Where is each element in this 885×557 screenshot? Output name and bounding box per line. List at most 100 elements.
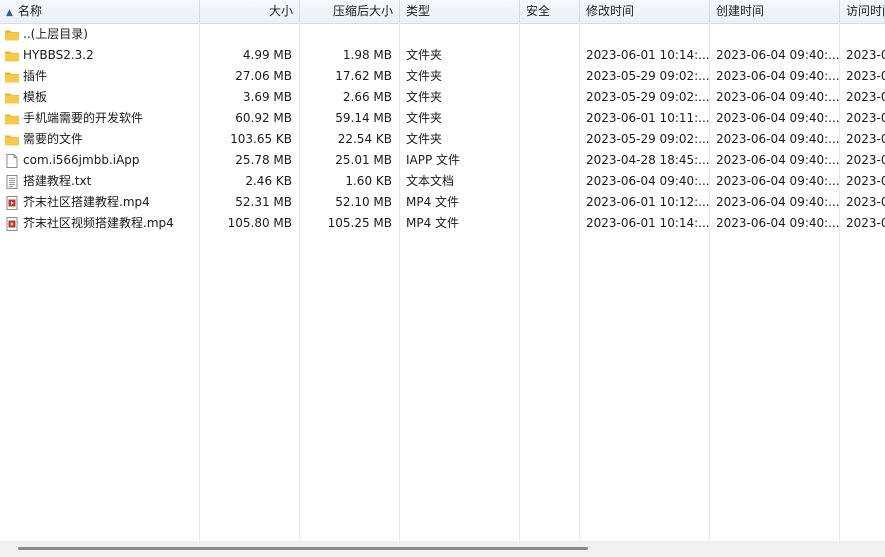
cell-type [400, 24, 520, 45]
cell-size: 105.80 MB [227, 216, 292, 230]
cell-packed [300, 24, 400, 45]
cell-accessed: 2023-0 [846, 195, 885, 209]
table-row[interactable]: 手机端需要的开发软件 60.92 MB 59.14 MB 文件夹 2023-06-01 … [0, 108, 885, 129]
column-header-accessed-label: 访问时间 [846, 4, 884, 18]
cell-modified: 2023-06-04 09:40:... [586, 174, 710, 188]
cell-accessed: 2023-0 [846, 90, 885, 104]
table-row[interactable]: 芥末社区视频搭建教程.mp4 105.80 MB 105.25 MB MP4 文件 20… [0, 213, 885, 234]
cell-modified: 2023-05-29 09:02:... [586, 90, 710, 104]
column-header-bar: ▲ 名称 大小 压缩后大小 类型 安全 修改时间 创建时间 访问时间 [0, 0, 885, 24]
cell-name: 插件 [0, 66, 200, 87]
cell-packed: 59.14 MB [335, 111, 392, 125]
file-name: 芥末社区搭建教程.mp4 [23, 195, 150, 209]
column-header-size-label: 大小 [268, 4, 293, 18]
cell-type: 文件夹 [406, 132, 443, 146]
cell-type: 文件夹 [406, 111, 443, 125]
folder-icon [4, 48, 20, 64]
cell-size: 60.92 MB [235, 111, 292, 125]
table-row[interactable]: 芥末社区搭建教程.mp4 52.31 MB 52.10 MB MP4 文件 2023-0… [0, 192, 885, 213]
folder-icon [4, 69, 20, 85]
cell-accessed: 2023-0 [846, 216, 885, 230]
file-name: 插件 [23, 69, 48, 83]
column-header-modified-label: 修改时间 [586, 4, 635, 18]
cell-name: 手机端需要的开发软件 [0, 108, 200, 129]
cell-name: 芥末社区视频搭建教程.mp4 [0, 213, 200, 234]
column-header-packed[interactable]: 压缩后大小 [300, 0, 400, 23]
cell-type: 文件夹 [406, 48, 443, 62]
cell-size [200, 24, 300, 45]
cell-accessed: 2023-0 [846, 132, 885, 146]
cell-name: ..(上层目录) [0, 24, 200, 45]
cell-size: 4.99 MB [242, 48, 292, 62]
table-row[interactable]: 插件 27.06 MB 17.62 MB 文件夹 2023-05-29 09:02:..… [0, 66, 885, 87]
table-row[interactable]: 模板 3.69 MB 2.66 MB 文件夹 2023-05-29 09:02:... 2… [0, 87, 885, 108]
cell-packed: 2.66 MB [342, 90, 392, 104]
column-header-accessed[interactable]: 访问时间 [840, 0, 885, 23]
cell-modified: 2023-06-01 10:12:... [586, 195, 710, 209]
cell-created: 2023-06-04 09:40:... [716, 216, 840, 230]
cell-accessed: 2023-0 [846, 48, 885, 62]
cell-size: 3.69 MB [242, 90, 292, 104]
cell-created: 2023-06-04 09:40:... [716, 48, 840, 62]
cell-name: 模板 [0, 87, 200, 108]
cell-accessed: 2023-0 [846, 174, 885, 188]
cell-type: 文件夹 [406, 69, 443, 83]
cell-type: MP4 文件 [406, 195, 460, 209]
folder-icon [4, 111, 20, 127]
file-name: HYBBS2.3.2 [23, 48, 94, 62]
cell-packed: 1.60 KB [345, 174, 392, 188]
column-header-name[interactable]: ▲ 名称 [0, 0, 200, 23]
column-header-modified[interactable]: 修改时间 [580, 0, 710, 23]
table-row[interactable]: HYBBS2.3.2 4.99 MB 1.98 MB 文件夹 2023-06-01 10… [0, 45, 885, 66]
cell-packed: 105.25 MB [327, 216, 392, 230]
cell-modified: 2023-04-28 18:45:... [586, 153, 710, 167]
cell-modified: 2023-06-01 10:11:... [586, 111, 710, 125]
sort-up-arrow-icon: ▲ [6, 8, 13, 18]
file-name: 搭建教程.txt [23, 174, 92, 188]
table-row[interactable]: 搭建教程.txt 2.46 KB 1.60 KB 文本文档 2023-06-04 09:… [0, 171, 885, 192]
cell-modified [580, 24, 710, 45]
file-name: 需要的文件 [23, 132, 84, 146]
cell-accessed: 2023-0 [846, 69, 885, 83]
cell-created [710, 24, 840, 45]
cell-created: 2023-06-04 09:40:... [716, 195, 840, 209]
cell-type: 文本文档 [406, 174, 455, 188]
cell-size: 25.78 MB [235, 153, 292, 167]
column-header-security[interactable]: 安全 [520, 0, 580, 23]
table-row[interactable]: com.i566jmbb.iApp 25.78 MB 25.01 MB IAPP 文件… [0, 150, 885, 171]
horizontal-scrollbar-thumb[interactable] [18, 547, 588, 550]
cell-modified: 2023-06-01 10:14:... [586, 48, 710, 62]
cell-name: HYBBS2.3.2 [0, 45, 200, 66]
cell-created: 2023-06-04 09:40:... [716, 174, 840, 188]
column-header-created[interactable]: 创建时间 [710, 0, 840, 23]
cell-modified: 2023-05-29 09:02:... [586, 69, 710, 83]
cell-size: 2.46 KB [245, 174, 292, 188]
column-header-size[interactable]: 大小 [200, 0, 300, 23]
folder-icon [4, 90, 20, 106]
file-name: com.i566jmbb.iApp [23, 153, 140, 167]
cell-name: 需要的文件 [0, 129, 200, 150]
table-row[interactable]: ..(上层目录) [0, 24, 885, 45]
table-row[interactable]: 需要的文件 103.65 KB 22.54 KB 文件夹 2023-05-29 09:0… [0, 129, 885, 150]
cell-packed: 1.98 MB [342, 48, 392, 62]
cell-created: 2023-06-04 09:40:... [716, 90, 840, 104]
cell-modified: 2023-06-01 10:14:... [586, 216, 710, 230]
column-header-type[interactable]: 类型 [400, 0, 520, 23]
cell-type: MP4 文件 [406, 216, 460, 230]
cell-created: 2023-06-04 09:40:... [716, 153, 840, 167]
cell-modified: 2023-05-29 09:02:... [586, 132, 710, 146]
file-name: 芥末社区视频搭建教程.mp4 [23, 216, 174, 230]
folder-icon [4, 27, 20, 43]
blank-file-icon [4, 153, 20, 169]
column-header-created-label: 创建时间 [716, 4, 765, 18]
column-header-name-label: 名称 [18, 4, 43, 18]
text-file-icon [4, 174, 20, 190]
cell-created: 2023-06-04 09:40:... [716, 111, 840, 125]
cell-size: 27.06 MB [235, 69, 292, 83]
cell-accessed [840, 24, 885, 45]
cell-packed: 52.10 MB [335, 195, 392, 209]
cell-name: 搭建教程.txt [0, 171, 200, 192]
file-name: 模板 [23, 90, 48, 104]
cell-name: com.i566jmbb.iApp [0, 150, 200, 171]
column-header-packed-label: 压缩后大小 [332, 4, 393, 18]
